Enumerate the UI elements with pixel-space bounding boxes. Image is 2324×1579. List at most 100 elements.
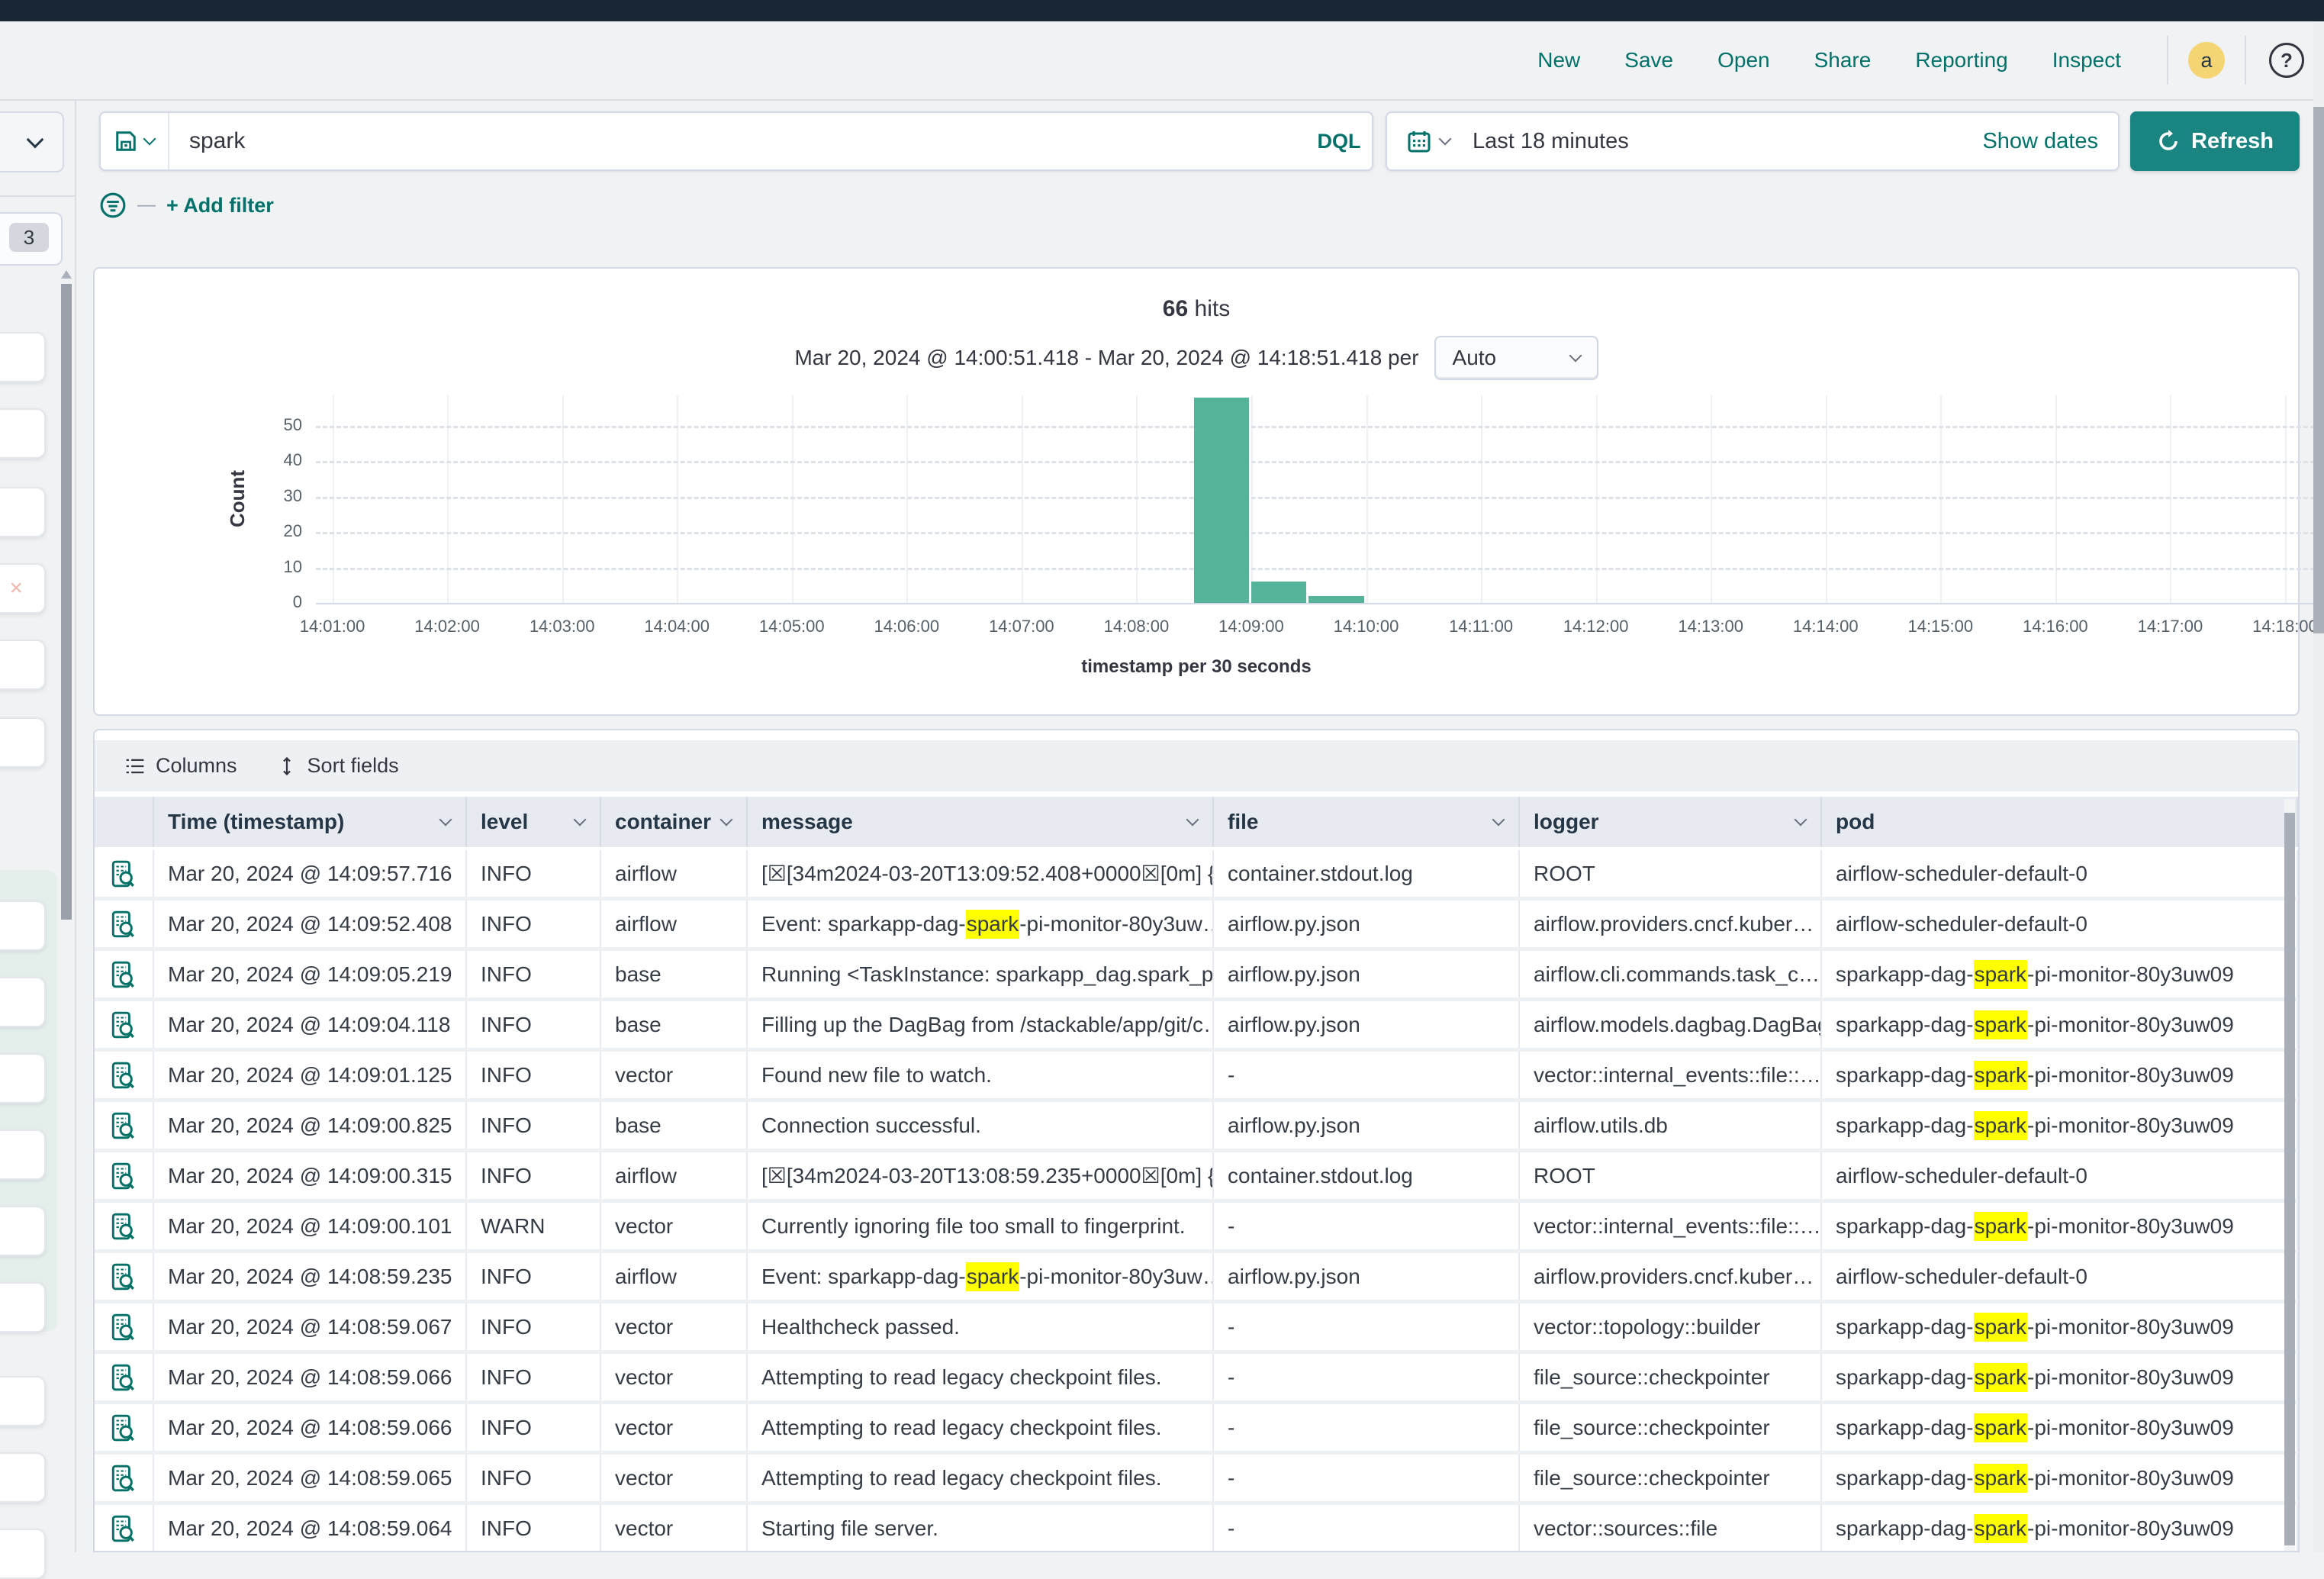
cell-message: Attempting to read legacy checkpoint fil… xyxy=(748,1455,1214,1501)
y-axis-tick-label: 0 xyxy=(256,592,302,612)
show-dates-link[interactable]: Show dates xyxy=(1982,129,2118,154)
sidebar-field-card[interactable] xyxy=(0,901,46,951)
column-header-logger[interactable]: logger xyxy=(1520,797,1822,847)
expand-document-icon xyxy=(111,960,137,989)
nav-share[interactable]: Share xyxy=(1814,48,1872,73)
cell-file: - xyxy=(1214,1052,1520,1098)
cell-file: - xyxy=(1214,1203,1520,1249)
hits-counter: 66 hits xyxy=(95,296,2298,322)
sidebar-collapse-button[interactable] xyxy=(0,111,64,172)
expand-document-button[interactable] xyxy=(95,1354,154,1400)
sidebar-field-card[interactable]: × xyxy=(0,563,46,614)
sidebar-field-card[interactable] xyxy=(0,717,46,768)
time-range-line: Mar 20, 2024 @ 14:00:51.418 - Mar 20, 20… xyxy=(95,336,2298,380)
chevron-down-icon[interactable] xyxy=(720,814,733,827)
sidebar-field-card[interactable] xyxy=(0,977,46,1027)
chevron-down-icon[interactable] xyxy=(574,814,587,827)
expand-document-button[interactable] xyxy=(95,1303,154,1350)
expand-document-icon xyxy=(111,1111,137,1140)
y-axis-tick-label: 20 xyxy=(256,521,302,541)
sidebar-field-card[interactable] xyxy=(0,1282,46,1332)
table-scrollbar[interactable] xyxy=(2284,799,2295,1552)
columns-button[interactable]: Columns xyxy=(125,754,237,778)
query-input[interactable]: spark xyxy=(169,128,1306,154)
sidebar-field-card[interactable] xyxy=(0,1206,46,1256)
page-scrollbar[interactable] xyxy=(2313,21,2324,1552)
expand-document-button[interactable] xyxy=(95,1404,154,1451)
column-header-time-timestamp-[interactable]: Time (timestamp) xyxy=(154,797,467,847)
expand-document-button[interactable] xyxy=(95,850,154,897)
saved-query-menu-button[interactable] xyxy=(101,113,169,169)
expand-document-button[interactable] xyxy=(95,1505,154,1552)
filter-icon[interactable] xyxy=(99,192,127,219)
expand-document-button[interactable] xyxy=(95,1253,154,1300)
expand-document-icon xyxy=(111,859,137,888)
nav-open[interactable]: Open xyxy=(1717,48,1770,73)
expand-document-button[interactable] xyxy=(95,1001,154,1048)
sidebar-field-card[interactable] xyxy=(0,1129,46,1180)
sidebar-field-card[interactable] xyxy=(0,1452,46,1503)
expand-document-button[interactable] xyxy=(95,1455,154,1501)
cell-container: vector xyxy=(601,1404,748,1451)
chevron-down-icon[interactable] xyxy=(439,814,452,827)
chevron-down-icon[interactable] xyxy=(1186,814,1199,827)
sidebar-field-card[interactable] xyxy=(0,408,46,459)
sidebar-scroll-up-arrow[interactable] xyxy=(61,270,72,279)
cell-pod: sparkapp-dag-spark-pi-monitor-80y3uw09 xyxy=(1822,1052,2298,1098)
table-row: Mar 20, 2024 @ 14:09:01.125INFOvectorFou… xyxy=(95,1052,2298,1102)
help-icon[interactable]: ? xyxy=(2269,43,2304,78)
expand-document-icon xyxy=(111,1514,137,1543)
cell-time: Mar 20, 2024 @ 14:09:00.315 xyxy=(154,1152,467,1199)
avatar[interactable]: a xyxy=(2188,42,2225,79)
expand-document-button[interactable] xyxy=(95,1052,154,1098)
expand-document-button[interactable] xyxy=(95,1102,154,1149)
nav-reporting[interactable]: Reporting xyxy=(1915,48,2007,73)
expand-document-button[interactable] xyxy=(95,951,154,997)
nav-save[interactable]: Save xyxy=(1624,48,1673,73)
table-row: Mar 20, 2024 @ 14:09:52.408INFOairflowEv… xyxy=(95,901,2298,951)
time-range-value[interactable]: Last 18 minutes xyxy=(1466,129,1982,154)
sort-fields-button[interactable]: Sort fields xyxy=(277,754,399,778)
refresh-button[interactable]: Refresh xyxy=(2130,111,2300,171)
expand-document-button[interactable] xyxy=(95,1203,154,1249)
sidebar-field-card[interactable] xyxy=(0,332,46,382)
highlight: spark xyxy=(1974,960,2027,989)
column-header-file[interactable]: file xyxy=(1214,797,1520,847)
sidebar-count-badge: 3 xyxy=(9,223,49,252)
chevron-down-icon[interactable] xyxy=(1795,814,1807,827)
sidebar-field-card[interactable] xyxy=(0,640,46,690)
column-header-container[interactable]: container xyxy=(601,797,748,847)
sidebar-scrollbar[interactable] xyxy=(61,284,72,920)
sidebar-field-card[interactable] xyxy=(0,1376,46,1426)
remove-icon[interactable]: × xyxy=(9,575,23,601)
expand-document-button[interactable] xyxy=(95,1152,154,1199)
sidebar-field-card[interactable] xyxy=(0,1529,46,1579)
add-filter-link[interactable]: + Add filter xyxy=(166,194,274,218)
date-quick-menu-button[interactable] xyxy=(1387,129,1466,153)
expand-document-button[interactable] xyxy=(95,901,154,947)
nav-inspect[interactable]: Inspect xyxy=(2052,48,2121,73)
nav-new[interactable]: New xyxy=(1537,48,1580,73)
histogram-bar[interactable] xyxy=(1308,596,1363,603)
x-axis-tick-label: 14:07:00 xyxy=(964,617,1079,636)
table-row: Mar 20, 2024 @ 14:09:05.219INFObaseRunni… xyxy=(95,951,2298,1001)
cell-message: Healthcheck passed. xyxy=(748,1303,1214,1350)
cell-message: Currently ignoring file too small to fin… xyxy=(748,1203,1214,1249)
calendar-icon xyxy=(1407,129,1431,153)
sidebar-field-card[interactable] xyxy=(0,1053,46,1104)
column-header-message[interactable]: message xyxy=(748,797,1214,847)
x-axis-tick-label: 14:16:00 xyxy=(1998,617,2113,636)
query-language-button[interactable]: DQL xyxy=(1306,113,1372,169)
cell-message: Event: sparkapp-dag-spark-pi-monitor-80y… xyxy=(748,1253,1214,1300)
cell-container: base xyxy=(601,1102,748,1149)
chevron-down-icon[interactable] xyxy=(1492,814,1505,827)
column-header-level[interactable]: level xyxy=(467,797,601,847)
sidebar-field-card[interactable] xyxy=(0,487,46,537)
column-header-pod[interactable]: pod xyxy=(1822,797,2298,847)
histogram-bar[interactable] xyxy=(1251,582,1306,603)
x-axis-tick-label: 14:09:00 xyxy=(1194,617,1308,636)
histogram-bar[interactable] xyxy=(1194,398,1249,603)
interval-select[interactable]: Auto xyxy=(1434,336,1598,380)
cell-container: base xyxy=(601,1001,748,1048)
cell-container: vector xyxy=(601,1303,748,1350)
